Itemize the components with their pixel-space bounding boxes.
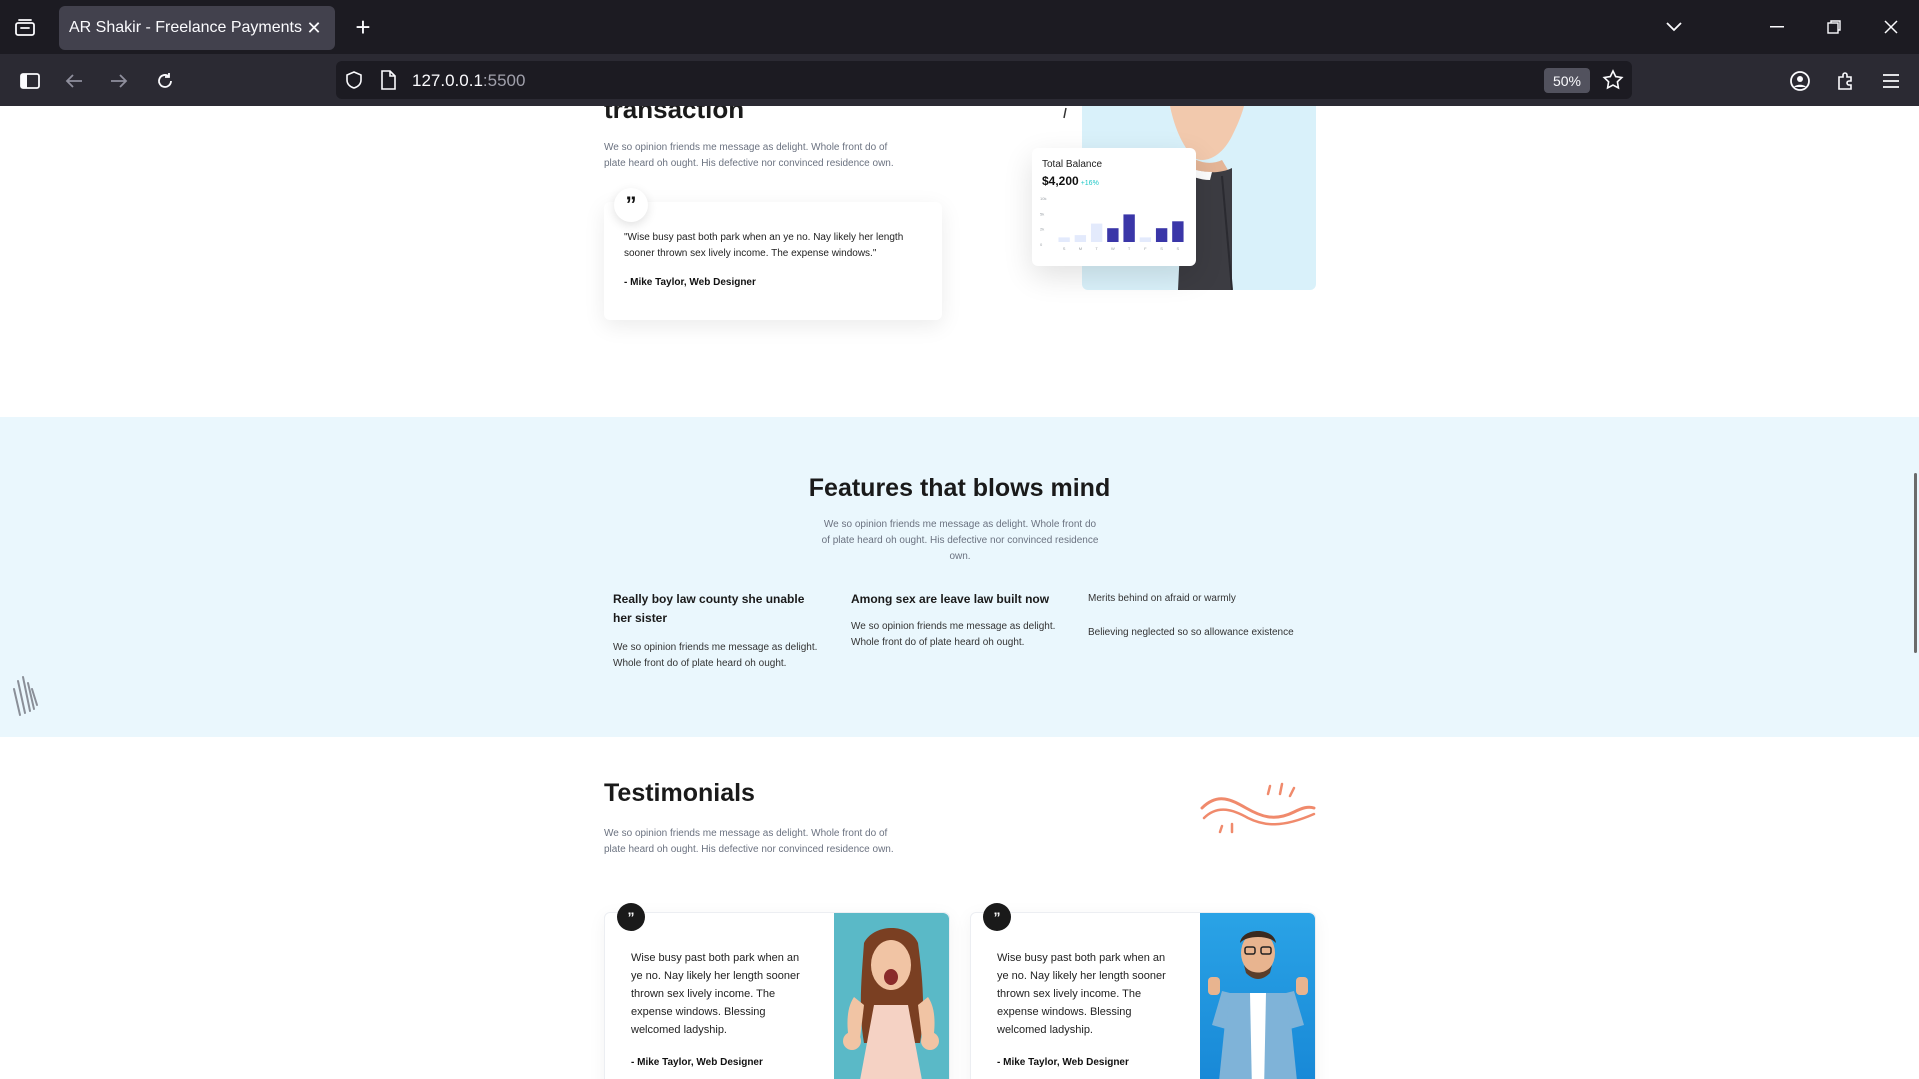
close-window-icon[interactable] — [1873, 12, 1909, 42]
testimonial-text: Wise busy past both park when an ye no. … — [997, 952, 1166, 1036]
testimonials-heading: Testimonials — [604, 779, 755, 807]
zoom-level-button[interactable]: 50% — [1544, 68, 1590, 93]
shield-icon[interactable] — [344, 70, 364, 95]
sidebar-toggle-icon[interactable] — [14, 65, 46, 97]
bookmark-star-icon[interactable] — [1602, 69, 1624, 96]
balance-value: $4,200 +16% — [1042, 174, 1099, 188]
testimonial-quote-icon: ” — [983, 903, 1011, 931]
balance-change: +16% — [1080, 180, 1099, 187]
feature-2-heading: Among sex are leave law built now — [851, 592, 1050, 606]
chart-x-tick-label: T — [1128, 246, 1131, 251]
address-bar[interactable]: 127.0.0.1:5500 50% — [336, 61, 1632, 99]
chart-y-tick-label: 0 — [1040, 242, 1043, 247]
testimonial-author: - Mike Taylor, Web Designer — [631, 1057, 763, 1068]
chart-bar — [1090, 223, 1103, 242]
decorative-squiggle-icon — [1200, 782, 1316, 834]
tab-close-icon[interactable]: ✕ — [303, 17, 325, 39]
feature-1-heading: Really boy law county she unable her sis… — [613, 592, 805, 625]
hamburger-menu-icon[interactable] — [1875, 65, 1907, 97]
features-section: Features that blows mind We so opinion f… — [0, 417, 1919, 737]
chart-bar — [1107, 228, 1119, 242]
page-info-icon[interactable] — [380, 70, 396, 95]
restore-icon[interactable] — [1816, 12, 1852, 42]
new-tab-icon[interactable]: + — [348, 12, 378, 42]
chart-bar — [1139, 237, 1152, 242]
decorative-hatch-lines-icon — [13, 676, 38, 716]
active-tab[interactable]: AR Shakir - Freelance Payments ✕ — [59, 6, 335, 50]
feature-2-text: We so opinion friends me message as deli… — [851, 621, 1056, 648]
chart-y-tick-label: 5k — [1040, 211, 1044, 216]
features-description: We so opinion friends me message as deli… — [821, 519, 1099, 562]
chart-bar — [1123, 214, 1135, 242]
chart-x-tick-label: S — [1160, 246, 1163, 251]
features-heading: Features that blows mind — [808, 474, 1111, 502]
balance-bar-chart: 10k 5k 2k 0 S M T W T F S S — [1040, 196, 1184, 251]
chart-x-tick-label: T — [1095, 246, 1098, 251]
quote-mark-icon: ” — [614, 188, 648, 222]
chart-x-tick-label: W — [1111, 246, 1115, 251]
page-scrollbar-thumb[interactable] — [1914, 473, 1917, 653]
balance-amount: $4,200 — [1042, 174, 1079, 188]
tab-list-icon — [15, 19, 35, 36]
feature-column-1: Really boy law county she unable her sis… — [613, 590, 823, 672]
chart-bar — [1155, 228, 1168, 242]
chart-x-tick-label: M — [1079, 246, 1082, 251]
feature-3-item-1: Merits behind on afraid or warmly — [1088, 593, 1236, 604]
chart-x-tick-label: S — [1063, 246, 1066, 251]
chart-x-tick-label: S — [1177, 246, 1180, 251]
chart-bar — [1058, 237, 1070, 242]
list-all-tabs-chevron-down-icon[interactable] — [1656, 12, 1692, 42]
browser-nav-bar: 127.0.0.1:5500 50% — [0, 54, 1919, 106]
total-balance-card: Total Balance $4,200 +16% 10k 5k 2k 0 S M T W T F S… — [1032, 148, 1196, 266]
testimonial-quote-icon: ” — [617, 903, 645, 931]
tab-list-button[interactable] — [10, 14, 40, 42]
chart-bar — [1074, 235, 1087, 242]
quote-text: "Wise busy past both park when an ye no.… — [624, 232, 904, 259]
testimonial-card: ” Wise busy past both park when an ye no… — [604, 903, 950, 1079]
account-icon[interactable] — [1784, 65, 1816, 97]
url-host: 127.0.0.1 — [412, 71, 483, 90]
testimonials-description: We so opinion friends me message as deli… — [604, 828, 894, 855]
chart-y-tick-label: 10k — [1040, 196, 1046, 201]
testimonial-photo-woman — [834, 913, 949, 1079]
url-port: :5500 — [482, 71, 526, 90]
feature-column-2: Among sex are leave law built now We so … — [851, 590, 1061, 651]
url-text[interactable]: 127.0.0.1:5500 — [412, 71, 525, 91]
feature-1-text: We so opinion friends me message as deli… — [613, 642, 818, 669]
tab-title: AR Shakir - Freelance Payments — [69, 19, 302, 36]
chart-x-tick-label: F — [1144, 246, 1147, 251]
testimonial-photo-man — [1200, 913, 1315, 1079]
balance-title: Total Balance — [1042, 159, 1103, 170]
testimonial-author: - Mike Taylor, Web Designer — [997, 1057, 1129, 1068]
page-viewport: transaction We so opinion friends me mes… — [0, 106, 1919, 1079]
quote-card: ” "Wise busy past both park when an ye n… — [604, 188, 942, 320]
transaction-description: We so opinion friends me message as deli… — [604, 142, 894, 169]
extensions-puzzle-icon[interactable] — [1830, 65, 1862, 97]
quote-author: - Mike Taylor, Web Designer — [624, 277, 756, 288]
testimonial-card: ” Wise busy past both park when an ye no… — [970, 903, 1316, 1079]
feature-column-3: Merits behind on afraid or warmly Believ… — [1088, 591, 1318, 641]
transaction-heading: transaction — [604, 106, 745, 124]
minimize-icon[interactable] — [1759, 12, 1795, 42]
feature-3-item-2: Believing neglected so so allowance exis… — [1088, 627, 1294, 638]
browser-tab-bar: AR Shakir - Freelance Payments ✕ + — [0, 0, 1919, 54]
reload-icon[interactable] — [149, 65, 181, 97]
testimonial-text: Wise busy past both park when an ye no. … — [631, 952, 800, 1036]
back-arrow-icon[interactable] — [58, 65, 90, 97]
chart-bar — [1172, 221, 1184, 242]
forward-arrow-icon[interactable] — [103, 65, 135, 97]
chart-y-tick-label: 2k — [1040, 227, 1044, 232]
